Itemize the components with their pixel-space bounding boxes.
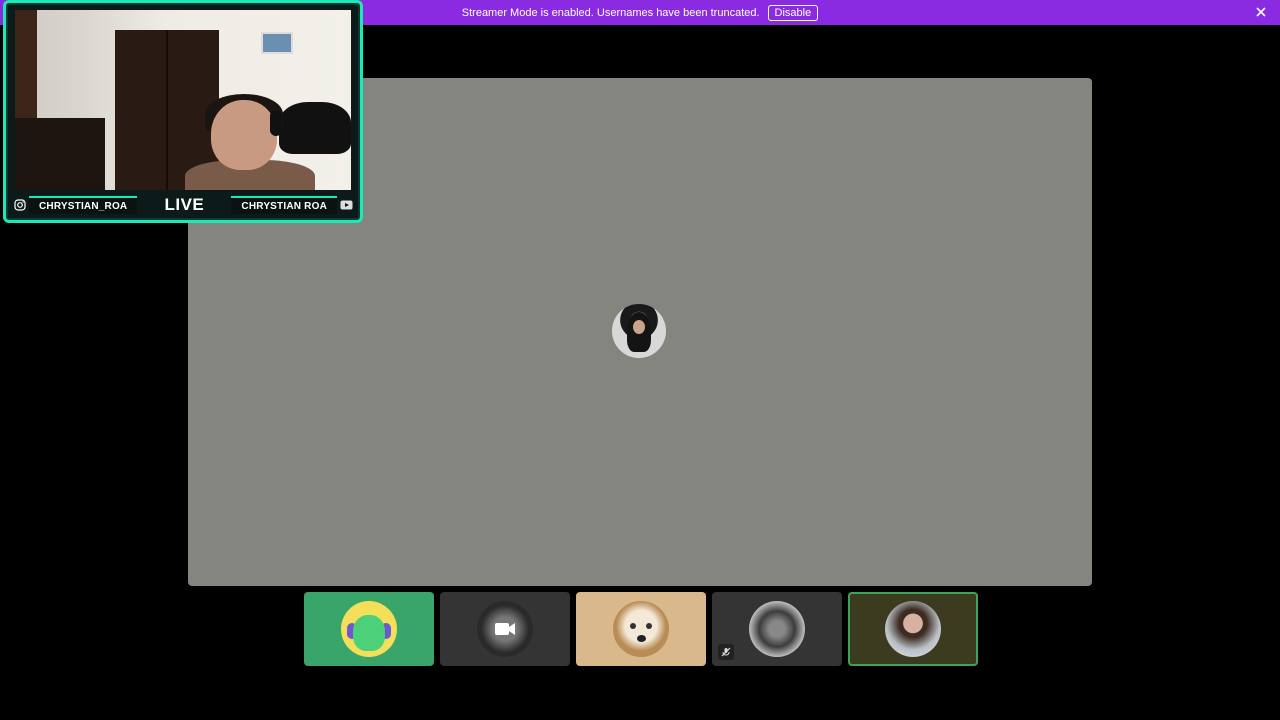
participant-avatar: [341, 601, 397, 657]
participant-tile[interactable]: [304, 592, 434, 666]
focused-user-avatar[interactable]: [612, 304, 666, 358]
instagram-icon: [11, 196, 29, 214]
disable-streamer-mode-button[interactable]: Disable: [767, 4, 819, 21]
participant-tile[interactable]: [712, 592, 842, 666]
youtube-icon: [337, 196, 355, 214]
participant-avatar: [613, 601, 669, 657]
participant-avatar: [885, 601, 941, 657]
participant-tile-speaking[interactable]: [848, 592, 978, 666]
webcam-video: [15, 10, 351, 190]
close-icon[interactable]: [1254, 5, 1268, 19]
webcam-name-bar: CHRYSTIAN_ROA LIVE CHRYSTIAN ROA: [11, 193, 355, 217]
participant-tile[interactable]: [576, 592, 706, 666]
camera-icon: [495, 623, 515, 635]
participant-tiles: [304, 592, 978, 666]
participant-tile[interactable]: [440, 592, 570, 666]
instagram-handle: CHRYSTIAN_ROA: [29, 196, 138, 214]
banner-message: Streamer Mode is enabled. Usernames have…: [461, 6, 760, 19]
participant-avatar: [477, 601, 533, 657]
mic-muted-icon: [718, 644, 734, 660]
live-label: LIVE: [164, 195, 205, 214]
webcam-overlay: CHRYSTIAN_ROA LIVE CHRYSTIAN ROA: [3, 0, 363, 223]
participant-avatar: [749, 601, 805, 657]
youtube-handle: CHRYSTIAN ROA: [231, 196, 337, 214]
